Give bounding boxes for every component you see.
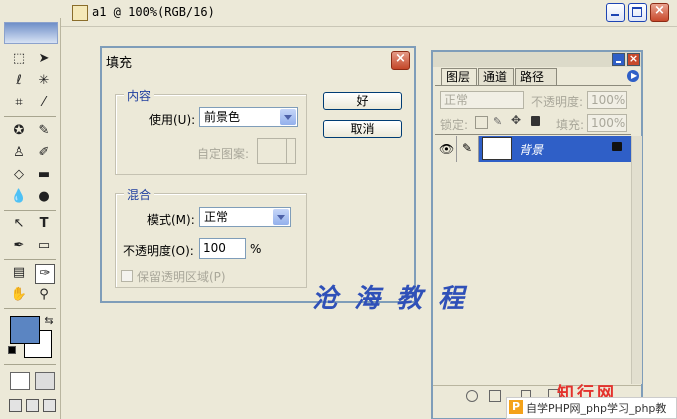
maximize-button[interactable] (628, 3, 647, 22)
opacity-label: 不透明度(O): (123, 244, 194, 258)
swap-colors-icon[interactable]: ⇆ (40, 312, 58, 330)
crop-icon[interactable]: ⌗ (10, 94, 28, 112)
preserve-transparency-checkbox[interactable] (121, 270, 133, 282)
screen-mode-menu-icon[interactable] (26, 399, 39, 412)
foreground-color-swatch[interactable] (10, 316, 40, 344)
quick-mask-icon[interactable] (35, 372, 55, 390)
banner-p-icon: P (509, 400, 523, 414)
blend-group-label: 混合 (124, 186, 155, 203)
panel-minimize-button[interactable] (612, 53, 625, 66)
layer-thumbnail (482, 137, 512, 160)
tab-channels[interactable]: 通道 (478, 68, 514, 85)
layer-style-icon[interactable] (466, 390, 478, 402)
panel-menu-icon[interactable]: ▶ (627, 70, 639, 82)
layers-scrollbar[interactable] (631, 136, 642, 384)
ok-button[interactable]: 好 (323, 92, 402, 110)
layers-list-empty-area (435, 163, 631, 384)
content-group-label: 内容 (124, 87, 155, 104)
eyedropper-icon[interactable]: ✑ (35, 264, 55, 284)
layer-name: 背景 (519, 143, 544, 157)
mode-select[interactable]: 正常 (199, 207, 291, 227)
screen-mode-standard-icon[interactable] (9, 399, 22, 412)
history-brush-icon[interactable]: ✐ (35, 144, 53, 162)
chevron-down-icon (280, 109, 296, 125)
layers-opacity-label: 不透明度: (531, 95, 584, 109)
healing-icon[interactable]: ✪ (10, 122, 28, 140)
zoom-icon[interactable]: ⚲ (35, 286, 53, 304)
close-window-button[interactable]: × (650, 3, 669, 22)
layers-fill-input[interactable]: 100% (587, 114, 627, 132)
lasso-icon[interactable]: ℓ (10, 72, 28, 90)
gradient-icon[interactable]: ▬ (35, 166, 53, 184)
fill-label: 填充: (556, 118, 585, 132)
default-colors-icon[interactable] (8, 346, 16, 354)
fill-dialog-title-bar (102, 48, 414, 72)
opacity-unit: % (250, 242, 262, 256)
use-select[interactable]: 前景色 (199, 107, 298, 127)
pen-icon[interactable]: ✒ (10, 237, 28, 255)
fill-dialog-title: 填充 (106, 56, 133, 71)
screen-mode-full-icon[interactable] (43, 399, 56, 412)
lock-position-icon[interactable]: ✥ (511, 114, 522, 126)
tab-paths[interactable]: 路径 (515, 68, 557, 85)
dodge-icon[interactable]: ● (35, 188, 53, 206)
mode-label: 模式(M): (147, 213, 195, 227)
toolbox-header-logo (4, 22, 58, 44)
panel-close-button[interactable]: × (627, 52, 640, 66)
eraser-icon[interactable]: ◇ (10, 166, 28, 184)
slice-icon[interactable]: ⁄ (35, 94, 53, 112)
document-icon (72, 5, 88, 21)
blur-icon[interactable]: 💧 (10, 188, 28, 206)
rect-marquee-icon[interactable]: ⬚ (10, 50, 28, 68)
minimize-button[interactable] (606, 3, 625, 22)
tab-layers[interactable]: 图层 (441, 68, 477, 85)
notes-icon[interactable]: ▤ (10, 264, 28, 282)
fill-dialog-close-button[interactable]: × (391, 51, 410, 70)
hand-icon[interactable]: ✋ (10, 286, 28, 304)
opacity-input[interactable]: 100 (199, 238, 246, 259)
lock-transparent-icon[interactable] (475, 116, 488, 129)
brush-icon[interactable]: ✎ (35, 122, 53, 140)
type-icon[interactable]: T (35, 215, 53, 233)
document-title: a1 @ 100%(RGB/16) (92, 5, 215, 19)
brush-link-icon[interactable]: ✎ (457, 136, 479, 162)
standard-mode-icon[interactable] (10, 372, 30, 390)
custom-pattern-label: 自定图案: (197, 147, 250, 161)
use-label: 使用(U): (149, 113, 196, 127)
path-select-icon[interactable]: ↖ (10, 215, 28, 233)
mask-icon[interactable] (489, 390, 501, 402)
move-icon[interactable]: ➤ (35, 50, 53, 68)
lock-label: 锁定: (440, 118, 469, 132)
eye-icon[interactable]: 👁 (435, 136, 457, 162)
cancel-button[interactable]: 取消 (323, 120, 402, 138)
layers-opacity-input[interactable]: 100% (587, 91, 627, 109)
shape-icon[interactable]: ▭ (35, 237, 53, 255)
custom-pattern-picker[interactable] (257, 138, 296, 164)
lock-pixels-icon[interactable]: ✎ (493, 116, 504, 127)
layers-panel-titlebar (433, 52, 641, 67)
magic-wand-icon[interactable]: ✳ (35, 72, 53, 90)
blend-mode-select[interactable]: 正常 (440, 91, 524, 109)
chevron-down-icon (273, 209, 289, 225)
site-banner-text: 自学PHP网_php学习_php教 (526, 402, 667, 415)
layer-lock-icon (612, 142, 622, 151)
watermark-text: 沧海教程 (312, 284, 481, 314)
preserve-transparency-label: 保留透明区域(P) (137, 270, 226, 284)
lock-all-icon[interactable] (531, 116, 540, 126)
stamp-icon[interactable]: ♙ (10, 144, 28, 162)
